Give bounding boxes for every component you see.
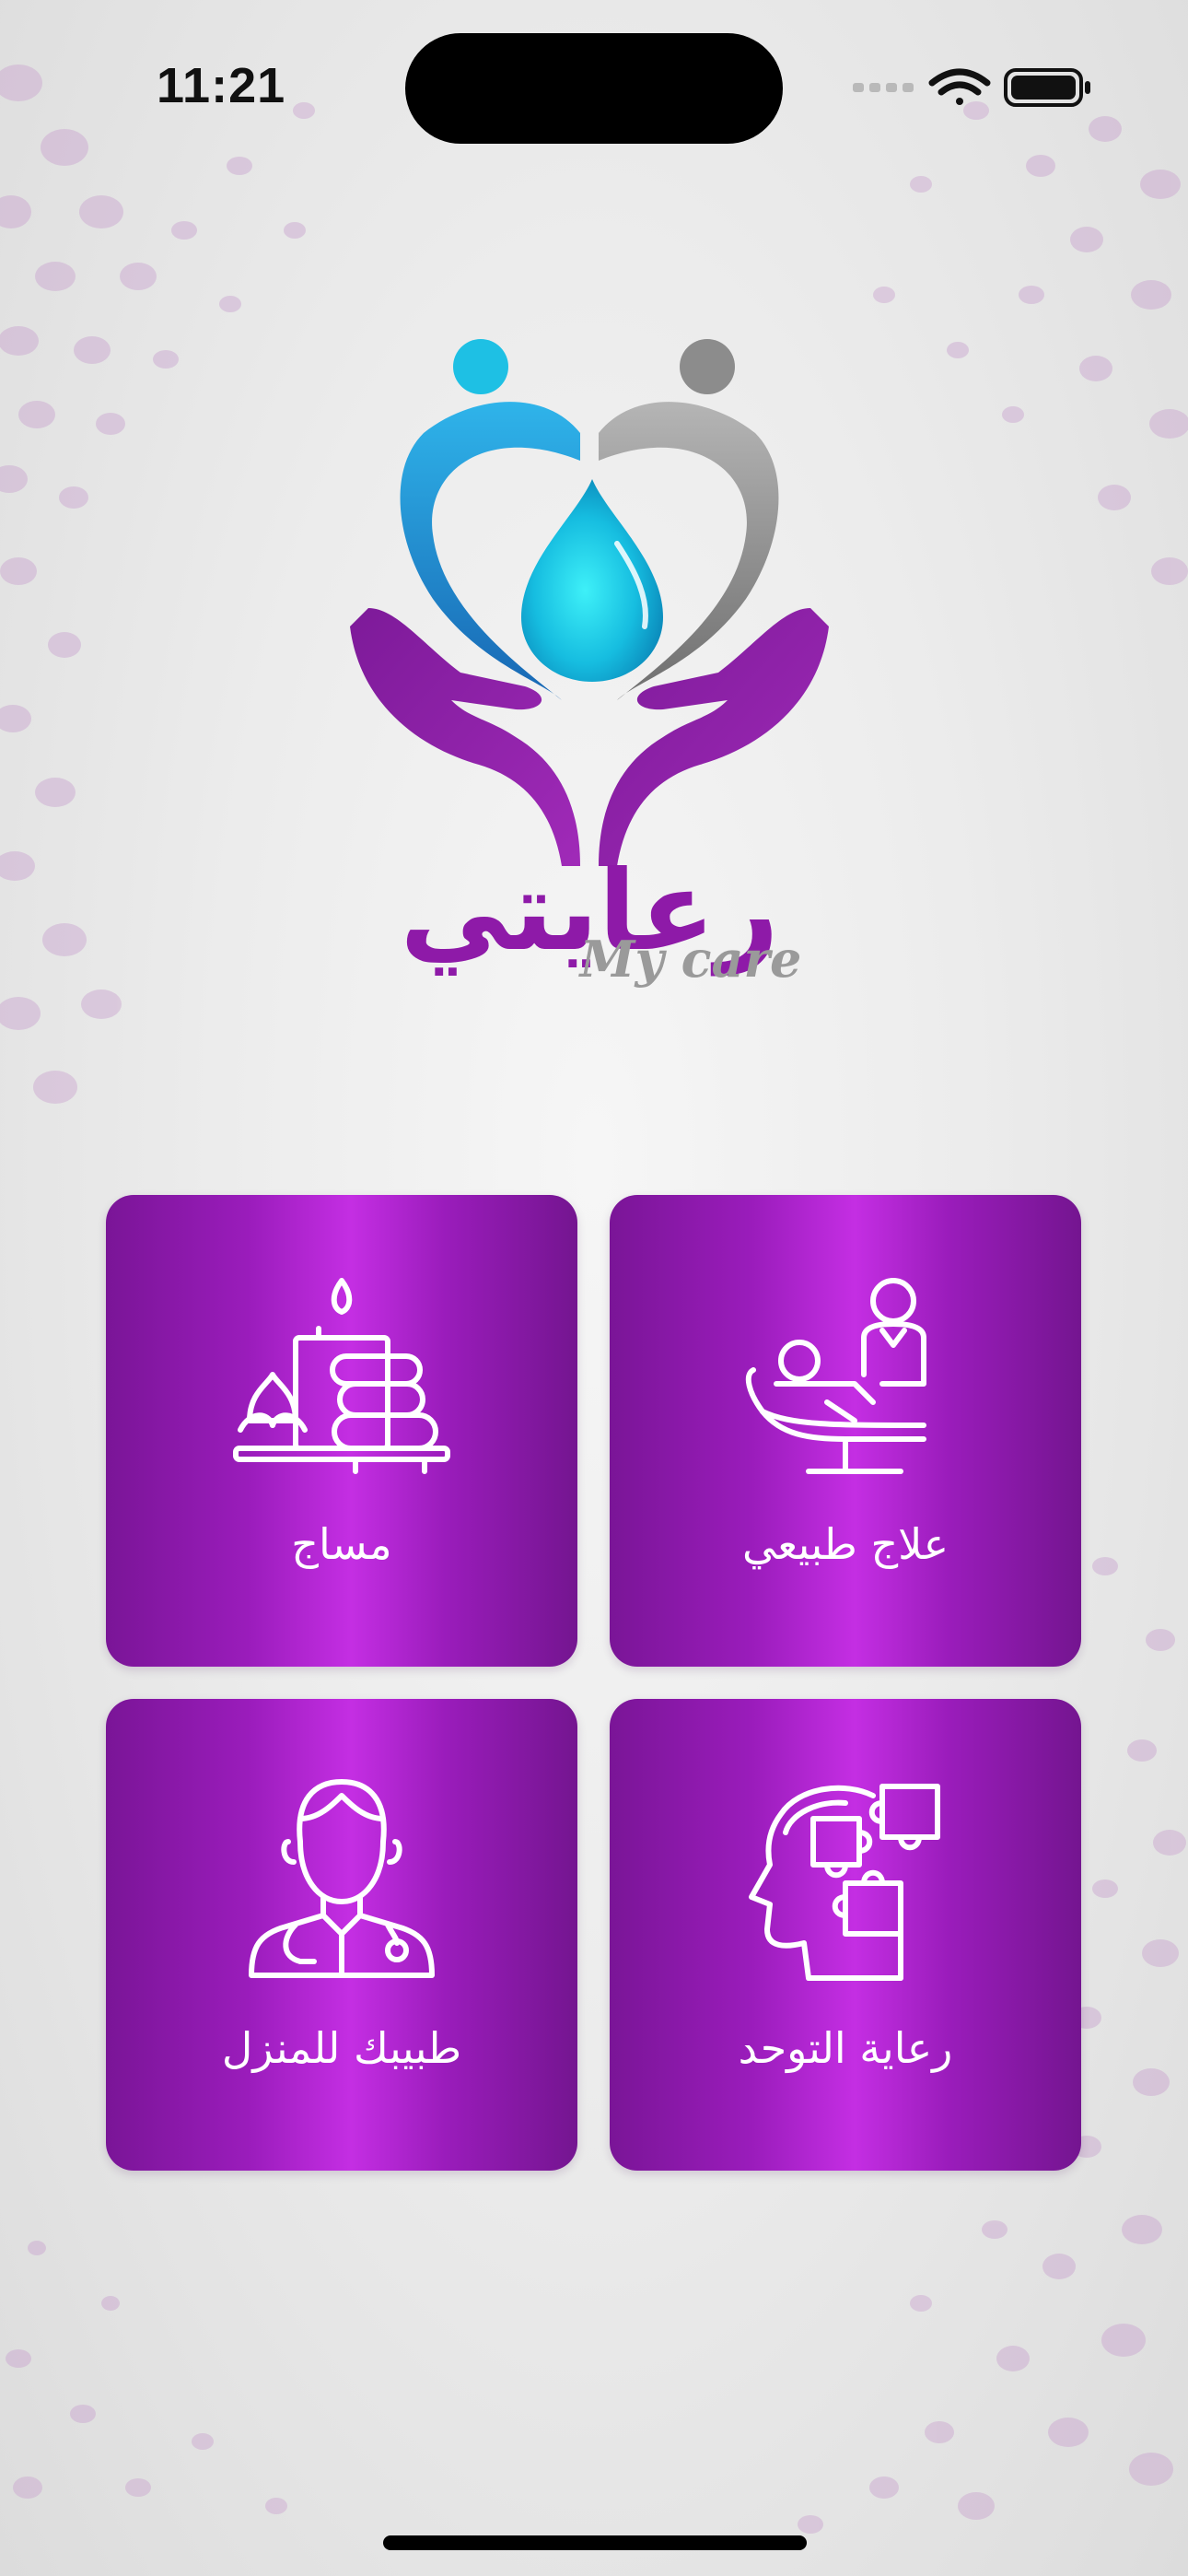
home-indicator[interactable] [383, 2535, 807, 2550]
battery-icon [1004, 68, 1090, 107]
service-label: طبيبك للمنزل [221, 2023, 462, 2073]
service-tile-home-doctor[interactable]: طبيبك للمنزل [106, 1699, 577, 2171]
service-label: رعاية التوحد [738, 2023, 953, 2073]
head-puzzle-icon [749, 1784, 940, 1981]
dynamic-island [405, 33, 783, 144]
service-tile-physiotherapy[interactable]: علاج طبيعي [610, 1195, 1081, 1667]
logo-latin-name: My care [578, 930, 802, 989]
service-tile-massage[interactable]: مساج [106, 1195, 577, 1667]
service-label: مساج [291, 1519, 392, 1569]
service-label: علاج طبيعي [741, 1519, 949, 1569]
status-time: 11:21 [157, 58, 286, 113]
services-grid: مساج علاج طبيعي طبيبك للمنزل رعاية التوح… [106, 1195, 1082, 2172]
status-icons [853, 68, 1090, 107]
wifi-icon [928, 68, 991, 105]
spa-candle-stones-icon [233, 1278, 450, 1474]
service-tile-autism-care[interactable]: رعاية التوحد [610, 1699, 1081, 2171]
doctor-stethoscope-icon [249, 1779, 435, 1978]
physiotherapy-chair-icon [745, 1278, 926, 1474]
status-bar: 11:21 [0, 0, 1188, 175]
app-logo: رعايتي My care [350, 339, 829, 989]
cellular-signal-icon [853, 83, 914, 92]
